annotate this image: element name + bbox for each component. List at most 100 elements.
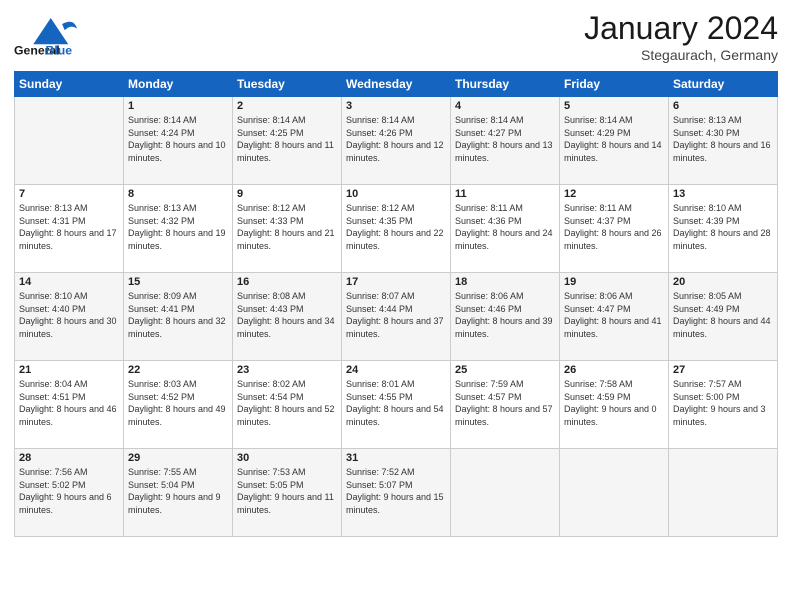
calendar-week-row: 28 Sunrise: 7:56 AMSunset: 5:02 PMDaylig… bbox=[15, 449, 778, 537]
calendar-cell: 15 Sunrise: 8:09 AMSunset: 4:41 PMDaylig… bbox=[124, 273, 233, 361]
calendar-cell: 8 Sunrise: 8:13 AMSunset: 4:32 PMDayligh… bbox=[124, 185, 233, 273]
calendar-cell: 14 Sunrise: 8:10 AMSunset: 4:40 PMDaylig… bbox=[15, 273, 124, 361]
cell-info: Sunrise: 8:13 AMSunset: 4:32 PMDaylight:… bbox=[128, 202, 228, 252]
calendar-cell: 31 Sunrise: 7:52 AMSunset: 5:07 PMDaylig… bbox=[342, 449, 451, 537]
cell-info: Sunrise: 7:53 AMSunset: 5:05 PMDaylight:… bbox=[237, 466, 337, 516]
weekday-header-row: SundayMondayTuesdayWednesdayThursdayFrid… bbox=[15, 72, 778, 97]
day-number: 27 bbox=[673, 364, 773, 376]
calendar-cell: 19 Sunrise: 8:06 AMSunset: 4:47 PMDaylig… bbox=[560, 273, 669, 361]
day-number: 11 bbox=[455, 188, 555, 200]
cell-info: Sunrise: 8:10 AMSunset: 4:40 PMDaylight:… bbox=[19, 290, 119, 340]
calendar-cell: 21 Sunrise: 8:04 AMSunset: 4:51 PMDaylig… bbox=[15, 361, 124, 449]
calendar-week-row: 21 Sunrise: 8:04 AMSunset: 4:51 PMDaylig… bbox=[15, 361, 778, 449]
title-block: January 2024 Stegaurach, Germany bbox=[584, 10, 778, 63]
calendar-cell: 27 Sunrise: 7:57 AMSunset: 5:00 PMDaylig… bbox=[669, 361, 778, 449]
cell-info: Sunrise: 7:56 AMSunset: 5:02 PMDaylight:… bbox=[19, 466, 119, 516]
calendar-cell: 9 Sunrise: 8:12 AMSunset: 4:33 PMDayligh… bbox=[233, 185, 342, 273]
calendar-cell: 30 Sunrise: 7:53 AMSunset: 5:05 PMDaylig… bbox=[233, 449, 342, 537]
cell-info: Sunrise: 7:55 AMSunset: 5:04 PMDaylight:… bbox=[128, 466, 228, 516]
svg-text:Blue: Blue bbox=[46, 44, 73, 58]
day-number: 20 bbox=[673, 276, 773, 288]
cell-info: Sunrise: 7:57 AMSunset: 5:00 PMDaylight:… bbox=[673, 378, 773, 428]
calendar-cell: 24 Sunrise: 8:01 AMSunset: 4:55 PMDaylig… bbox=[342, 361, 451, 449]
calendar-cell: 2 Sunrise: 8:14 AMSunset: 4:25 PMDayligh… bbox=[233, 97, 342, 185]
calendar-cell: 12 Sunrise: 8:11 AMSunset: 4:37 PMDaylig… bbox=[560, 185, 669, 273]
cell-info: Sunrise: 8:14 AMSunset: 4:27 PMDaylight:… bbox=[455, 114, 555, 164]
logo: General Blue bbox=[14, 10, 84, 60]
calendar-week-row: 14 Sunrise: 8:10 AMSunset: 4:40 PMDaylig… bbox=[15, 273, 778, 361]
weekday-header: Sunday bbox=[15, 72, 124, 97]
calendar-cell: 1 Sunrise: 8:14 AMSunset: 4:24 PMDayligh… bbox=[124, 97, 233, 185]
day-number: 4 bbox=[455, 100, 555, 112]
day-number: 19 bbox=[564, 276, 664, 288]
day-number: 17 bbox=[346, 276, 446, 288]
day-number: 13 bbox=[673, 188, 773, 200]
calendar-cell bbox=[15, 97, 124, 185]
cell-info: Sunrise: 8:01 AMSunset: 4:55 PMDaylight:… bbox=[346, 378, 446, 428]
day-number: 12 bbox=[564, 188, 664, 200]
cell-info: Sunrise: 7:52 AMSunset: 5:07 PMDaylight:… bbox=[346, 466, 446, 516]
cell-info: Sunrise: 7:59 AMSunset: 4:57 PMDaylight:… bbox=[455, 378, 555, 428]
day-number: 1 bbox=[128, 100, 228, 112]
cell-info: Sunrise: 8:12 AMSunset: 4:33 PMDaylight:… bbox=[237, 202, 337, 252]
day-number: 29 bbox=[128, 452, 228, 464]
header: General Blue January 2024 Stegaurach, Ge… bbox=[14, 10, 778, 63]
cell-info: Sunrise: 8:12 AMSunset: 4:35 PMDaylight:… bbox=[346, 202, 446, 252]
day-number: 14 bbox=[19, 276, 119, 288]
weekday-header: Thursday bbox=[451, 72, 560, 97]
day-number: 23 bbox=[237, 364, 337, 376]
cell-info: Sunrise: 8:14 AMSunset: 4:24 PMDaylight:… bbox=[128, 114, 228, 164]
month-title: January 2024 bbox=[584, 10, 778, 47]
cell-info: Sunrise: 8:02 AMSunset: 4:54 PMDaylight:… bbox=[237, 378, 337, 428]
cell-info: Sunrise: 8:03 AMSunset: 4:52 PMDaylight:… bbox=[128, 378, 228, 428]
day-number: 18 bbox=[455, 276, 555, 288]
day-number: 15 bbox=[128, 276, 228, 288]
calendar-cell: 11 Sunrise: 8:11 AMSunset: 4:36 PMDaylig… bbox=[451, 185, 560, 273]
calendar-week-row: 7 Sunrise: 8:13 AMSunset: 4:31 PMDayligh… bbox=[15, 185, 778, 273]
cell-info: Sunrise: 8:14 AMSunset: 4:25 PMDaylight:… bbox=[237, 114, 337, 164]
day-number: 30 bbox=[237, 452, 337, 464]
calendar-cell: 23 Sunrise: 8:02 AMSunset: 4:54 PMDaylig… bbox=[233, 361, 342, 449]
calendar-cell: 10 Sunrise: 8:12 AMSunset: 4:35 PMDaylig… bbox=[342, 185, 451, 273]
weekday-header: Friday bbox=[560, 72, 669, 97]
cell-info: Sunrise: 8:10 AMSunset: 4:39 PMDaylight:… bbox=[673, 202, 773, 252]
cell-info: Sunrise: 8:07 AMSunset: 4:44 PMDaylight:… bbox=[346, 290, 446, 340]
calendar-cell: 13 Sunrise: 8:10 AMSunset: 4:39 PMDaylig… bbox=[669, 185, 778, 273]
calendar-cell: 26 Sunrise: 7:58 AMSunset: 4:59 PMDaylig… bbox=[560, 361, 669, 449]
day-number: 8 bbox=[128, 188, 228, 200]
cell-info: Sunrise: 8:08 AMSunset: 4:43 PMDaylight:… bbox=[237, 290, 337, 340]
day-number: 21 bbox=[19, 364, 119, 376]
calendar-cell: 29 Sunrise: 7:55 AMSunset: 5:04 PMDaylig… bbox=[124, 449, 233, 537]
location: Stegaurach, Germany bbox=[584, 47, 778, 63]
weekday-header: Monday bbox=[124, 72, 233, 97]
day-number: 16 bbox=[237, 276, 337, 288]
day-number: 3 bbox=[346, 100, 446, 112]
calendar-cell: 16 Sunrise: 8:08 AMSunset: 4:43 PMDaylig… bbox=[233, 273, 342, 361]
calendar-cell: 18 Sunrise: 8:06 AMSunset: 4:46 PMDaylig… bbox=[451, 273, 560, 361]
day-number: 28 bbox=[19, 452, 119, 464]
logo-svg: General Blue bbox=[14, 10, 84, 60]
calendar-table: SundayMondayTuesdayWednesdayThursdayFrid… bbox=[14, 71, 778, 537]
calendar-cell: 22 Sunrise: 8:03 AMSunset: 4:52 PMDaylig… bbox=[124, 361, 233, 449]
day-number: 22 bbox=[128, 364, 228, 376]
calendar-cell: 7 Sunrise: 8:13 AMSunset: 4:31 PMDayligh… bbox=[15, 185, 124, 273]
day-number: 6 bbox=[673, 100, 773, 112]
calendar-cell: 25 Sunrise: 7:59 AMSunset: 4:57 PMDaylig… bbox=[451, 361, 560, 449]
day-number: 7 bbox=[19, 188, 119, 200]
day-number: 5 bbox=[564, 100, 664, 112]
calendar-cell bbox=[451, 449, 560, 537]
calendar-week-row: 1 Sunrise: 8:14 AMSunset: 4:24 PMDayligh… bbox=[15, 97, 778, 185]
day-number: 31 bbox=[346, 452, 446, 464]
cell-info: Sunrise: 8:06 AMSunset: 4:46 PMDaylight:… bbox=[455, 290, 555, 340]
day-number: 24 bbox=[346, 364, 446, 376]
cell-info: Sunrise: 8:04 AMSunset: 4:51 PMDaylight:… bbox=[19, 378, 119, 428]
page-container: General Blue January 2024 Stegaurach, Ge… bbox=[0, 0, 792, 547]
cell-info: Sunrise: 8:06 AMSunset: 4:47 PMDaylight:… bbox=[564, 290, 664, 340]
day-number: 2 bbox=[237, 100, 337, 112]
day-number: 26 bbox=[564, 364, 664, 376]
cell-info: Sunrise: 8:05 AMSunset: 4:49 PMDaylight:… bbox=[673, 290, 773, 340]
calendar-cell: 17 Sunrise: 8:07 AMSunset: 4:44 PMDaylig… bbox=[342, 273, 451, 361]
calendar-cell: 20 Sunrise: 8:05 AMSunset: 4:49 PMDaylig… bbox=[669, 273, 778, 361]
calendar-cell: 6 Sunrise: 8:13 AMSunset: 4:30 PMDayligh… bbox=[669, 97, 778, 185]
cell-info: Sunrise: 8:11 AMSunset: 4:36 PMDaylight:… bbox=[455, 202, 555, 252]
